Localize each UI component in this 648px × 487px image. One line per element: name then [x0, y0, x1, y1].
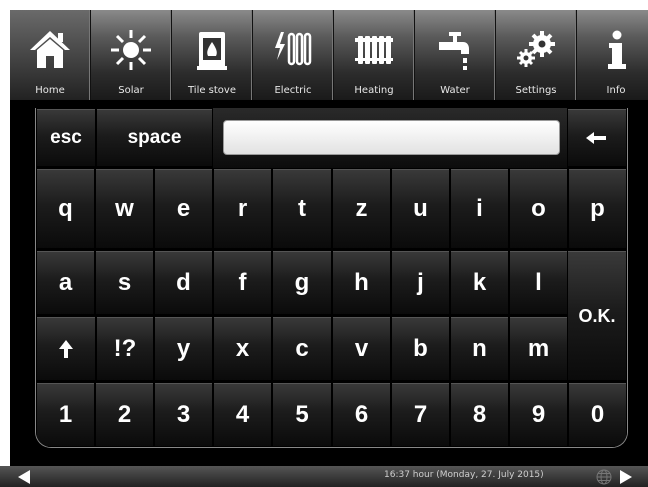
key-e[interactable]: e	[154, 168, 213, 250]
key-digit-5[interactable]: 5	[272, 382, 332, 447]
key-q[interactable]: q	[36, 168, 95, 250]
key-x[interactable]: x	[213, 316, 272, 382]
key-digit-7[interactable]: 7	[391, 382, 450, 447]
screen: Home Solar Tile stove Electric Heating W…	[10, 10, 648, 467]
key-digit-0[interactable]: 0	[568, 382, 627, 447]
key-w[interactable]: w	[95, 168, 154, 250]
info-icon	[608, 30, 626, 69]
backspace-key[interactable]	[567, 108, 627, 168]
key-s[interactable]: s	[95, 250, 154, 316]
nav-label-electric: Electric	[274, 85, 312, 96]
key-t[interactable]: t	[272, 168, 332, 250]
key-digit-8[interactable]: 8	[450, 382, 509, 447]
status-bar: 16:37 hour (Monday, 27. July 2015)	[0, 466, 648, 487]
key-d[interactable]: d	[154, 250, 213, 316]
globe-icon[interactable]	[596, 469, 612, 485]
nav-item-water[interactable]: Water	[415, 10, 496, 100]
key-n[interactable]: n	[450, 316, 509, 382]
space-key[interactable]: space	[96, 108, 213, 168]
nav-label-info: Info	[606, 85, 626, 96]
shift-key[interactable]	[36, 316, 96, 382]
clock-text: 16:37 hour (Monday, 27. July 2015)	[384, 470, 544, 480]
nav-label-solar: Solar	[118, 85, 144, 96]
nav-item-info[interactable]: Info	[577, 10, 648, 100]
faucet-icon	[439, 32, 469, 70]
nav-label-heating: Heating	[354, 85, 394, 96]
text-input[interactable]	[223, 120, 560, 155]
key-a[interactable]: a	[36, 250, 95, 316]
page-left-icon[interactable]	[18, 470, 30, 484]
page-right-icon[interactable]	[620, 470, 632, 484]
key-l[interactable]: l	[509, 250, 568, 316]
nav-item-settings[interactable]: Settings	[496, 10, 577, 100]
nav-item-solar[interactable]: Solar	[91, 10, 172, 100]
keyboard-panel: esc space qwertzuiop asdfghjkl yxcvbnm 1…	[35, 108, 628, 448]
key-digit-4[interactable]: 4	[213, 382, 272, 447]
nav-label-home: Home	[35, 85, 65, 96]
key-z[interactable]: z	[332, 168, 391, 250]
nav-label-settings: Settings	[515, 85, 557, 96]
symbols-key[interactable]: !?	[96, 316, 154, 382]
key-h[interactable]: h	[332, 250, 391, 316]
key-c[interactable]: c	[272, 316, 332, 382]
radiator-icon	[355, 36, 393, 64]
key-digit-2[interactable]: 2	[95, 382, 154, 447]
home-icon	[30, 31, 70, 68]
key-digit-9[interactable]: 9	[509, 382, 568, 447]
nav-item-heating[interactable]: Heating	[334, 10, 415, 100]
main-nav: Home Solar Tile stove Electric Heating W…	[10, 10, 648, 101]
key-f[interactable]: f	[213, 250, 272, 316]
key-digit-1[interactable]: 1	[36, 382, 95, 447]
sun-icon	[111, 30, 151, 70]
electric-heater-icon	[275, 32, 312, 66]
key-v[interactable]: v	[332, 316, 391, 382]
nav-item-electric[interactable]: Electric	[253, 10, 334, 100]
key-o[interactable]: o	[509, 168, 568, 250]
key-g[interactable]: g	[272, 250, 332, 316]
key-digit-3[interactable]: 3	[154, 382, 213, 447]
key-j[interactable]: j	[391, 250, 450, 316]
nav-label-water: Water	[440, 85, 470, 96]
key-y[interactable]: y	[154, 316, 213, 382]
backspace-arrow-icon	[586, 132, 606, 144]
esc-key[interactable]: esc	[36, 108, 96, 168]
key-i[interactable]: i	[450, 168, 509, 250]
key-p[interactable]: p	[568, 168, 627, 250]
key-digit-6[interactable]: 6	[332, 382, 391, 447]
nav-item-tile-stove[interactable]: Tile stove	[172, 10, 253, 100]
key-u[interactable]: u	[391, 168, 450, 250]
shift-arrow-icon	[59, 340, 73, 358]
key-k[interactable]: k	[450, 250, 509, 316]
key-m[interactable]: m	[509, 316, 568, 382]
key-r[interactable]: r	[213, 168, 272, 250]
nav-item-home[interactable]: Home	[10, 10, 91, 100]
nav-label-tile-stove: Tile stove	[187, 85, 236, 96]
key-b[interactable]: b	[391, 316, 450, 382]
stove-icon	[197, 32, 227, 70]
gears-icon	[517, 31, 555, 67]
ok-key[interactable]: O.K.	[567, 250, 627, 382]
